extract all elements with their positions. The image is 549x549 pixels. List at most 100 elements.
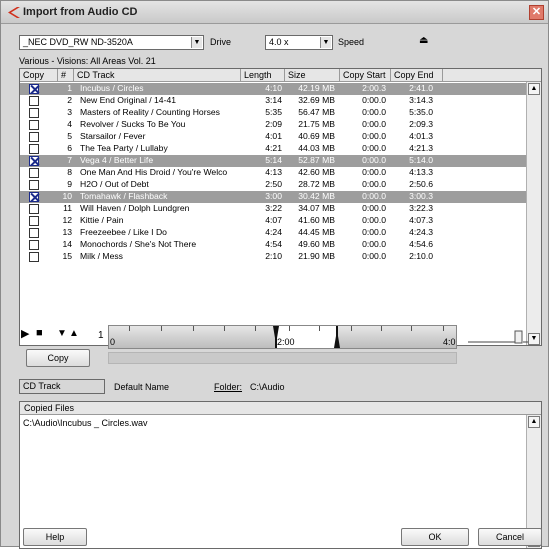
copy-checkbox[interactable] bbox=[29, 216, 39, 226]
column-cd-track[interactable]: CD Track bbox=[74, 69, 241, 82]
track-row[interactable]: 1 Incubus / Circles 4:10 42.19 MB 2:00.3 2:41… bbox=[20, 83, 526, 95]
track-size: 21.75 MB bbox=[298, 119, 335, 129]
track-row[interactable]: 4 Revolver / Sucks To Be You 2:09 21.75 MB 0… bbox=[20, 119, 526, 131]
copy-checkbox[interactable] bbox=[29, 120, 39, 130]
track-row[interactable]: 9 H2O / Out of Debt 2:50 28.72 MB 0:00.0 2:50… bbox=[20, 179, 526, 191]
copy-checkbox[interactable] bbox=[29, 132, 39, 142]
copy-checkbox[interactable] bbox=[29, 240, 39, 250]
copy-checkbox[interactable] bbox=[29, 96, 39, 106]
column-copy[interactable]: Copy bbox=[20, 69, 58, 82]
track-copy-start: 0:00.0 bbox=[362, 119, 386, 129]
scroll-up-icon[interactable]: ▲ bbox=[528, 416, 540, 428]
scroll-down-icon[interactable]: ▼ bbox=[528, 333, 540, 345]
copy-checkbox[interactable] bbox=[29, 204, 39, 214]
scroll-up-icon[interactable]: ▲ bbox=[528, 83, 540, 95]
eject-icon[interactable]: ⏏ bbox=[419, 35, 428, 46]
track-row[interactable]: 14 Monochords / She's Not There 4:54 49.60 … bbox=[20, 239, 526, 251]
column-number[interactable]: # bbox=[58, 69, 74, 82]
column-copy-start[interactable]: Copy Start bbox=[340, 69, 391, 82]
speed-select[interactable]: 4.0 x ▼ bbox=[265, 35, 333, 50]
track-row[interactable]: 7 Vega 4 / Better Life 5:14 52.87 MB 0:00.0 5… bbox=[20, 155, 526, 167]
track-length: 2:10 bbox=[265, 251, 282, 261]
ruler-start-label: 1 bbox=[98, 330, 104, 341]
track-size: 30.42 MB bbox=[298, 191, 335, 201]
track-row[interactable]: 3 Masters of Reality / Counting Horses 5:3… bbox=[20, 107, 526, 119]
copy-checkbox[interactable] bbox=[29, 192, 39, 202]
column-copy-end[interactable]: Copy End bbox=[391, 69, 443, 82]
track-title: Kittie / Pain bbox=[80, 215, 124, 225]
chevron-down-icon[interactable]: ▼ bbox=[191, 37, 202, 48]
track-row[interactable]: 8 One Man And His Droid / You're Welco 4:1… bbox=[20, 167, 526, 179]
track-length: 3:00 bbox=[265, 191, 282, 201]
track-title: H2O / Out of Debt bbox=[80, 179, 149, 189]
track-number: 10 bbox=[62, 191, 72, 201]
track-title: Tomahawk / Flashback bbox=[80, 191, 168, 201]
track-number: 8 bbox=[67, 167, 72, 177]
track-title: The Tea Party / Lullaby bbox=[80, 143, 168, 153]
ruler-start-sub: 0 bbox=[110, 337, 116, 347]
start-marker-icon[interactable] bbox=[271, 326, 281, 348]
folder-label[interactable]: Folder: bbox=[214, 382, 242, 392]
column-length[interactable]: Length bbox=[241, 69, 285, 82]
copy-checkbox[interactable] bbox=[29, 228, 39, 238]
track-row[interactable]: 2 New End Original / 14-41 3:14 32.69 MB 0:0… bbox=[20, 95, 526, 107]
copy-checkbox[interactable] bbox=[29, 108, 39, 118]
track-title: Will Haven / Dolph Lundgren bbox=[80, 203, 190, 213]
chevron-down-icon[interactable]: ▼ bbox=[320, 37, 331, 48]
track-copy-end: 3:14.3 bbox=[409, 95, 433, 105]
copy-checkbox[interactable] bbox=[29, 84, 39, 94]
copy-checkbox[interactable] bbox=[29, 252, 39, 262]
album-title: Various - Visions: All Areas Vol. 21 bbox=[19, 56, 156, 66]
track-length: 3:14 bbox=[265, 95, 282, 105]
track-length: 4:24 bbox=[265, 227, 282, 237]
track-size: 44.03 MB bbox=[298, 143, 335, 153]
speed-value: 4.0 x bbox=[269, 37, 289, 47]
zoom-slider[interactable] bbox=[467, 330, 529, 344]
track-copy-end: 4:07.3 bbox=[409, 215, 433, 225]
track-copy-end: 2:09.3 bbox=[409, 119, 433, 129]
track-copy-end: 2:10.0 bbox=[409, 251, 433, 261]
track-row[interactable]: 10 Tomahawk / Flashback 3:00 30.42 MB 0:00.0… bbox=[20, 191, 526, 203]
copy-checkbox[interactable] bbox=[29, 144, 39, 154]
next-icon[interactable]: ▲ bbox=[69, 328, 79, 339]
ok-button[interactable]: OK bbox=[401, 528, 469, 546]
copy-button[interactable]: Copy bbox=[26, 349, 90, 367]
naming-field[interactable]: CD Track bbox=[19, 379, 105, 394]
track-row[interactable]: 13 Freezeebee / Like I Do 4:24 44.45 MB 0:00… bbox=[20, 227, 526, 239]
track-row[interactable]: 12 Kittie / Pain 4:07 41.60 MB 0:00.0 4:07.3 bbox=[20, 215, 526, 227]
track-list-header: Copy # CD Track Length Size Copy Start C… bbox=[20, 69, 541, 82]
end-marker-icon[interactable] bbox=[332, 326, 342, 348]
track-length: 5:35 bbox=[265, 107, 282, 117]
track-row[interactable]: 5 Starsailor / Fever 4:01 40.69 MB 0:00.0 4:0… bbox=[20, 131, 526, 143]
folder-path: C:\Audio bbox=[250, 382, 285, 392]
column-size[interactable]: Size bbox=[285, 69, 340, 82]
track-number: 2 bbox=[67, 95, 72, 105]
track-list-scrollbar[interactable]: ▲ ▼ bbox=[526, 82, 541, 345]
help-button[interactable]: Help bbox=[23, 528, 87, 546]
track-row[interactable]: 11 Will Haven / Dolph Lundgren 3:22 34.07 M… bbox=[20, 203, 526, 215]
track-size: 40.69 MB bbox=[298, 131, 335, 141]
track-row[interactable]: 15 Milk / Mess 2:10 21.90 MB 0:00.0 2:10.0 bbox=[20, 251, 526, 263]
copy-checkbox[interactable] bbox=[29, 168, 39, 178]
track-copy-end: 5:35.0 bbox=[409, 107, 433, 117]
copy-checkbox[interactable] bbox=[29, 180, 39, 190]
drive-select[interactable]: _NEC DVD_RW ND-3520A ▼ bbox=[19, 35, 204, 50]
track-number: 13 bbox=[62, 227, 72, 237]
speed-label: Speed bbox=[338, 37, 365, 47]
play-icon[interactable]: ▶ bbox=[21, 327, 29, 340]
track-size: 41.60 MB bbox=[298, 215, 335, 225]
track-size: 21.90 MB bbox=[298, 251, 335, 261]
previous-icon[interactable]: ▼ bbox=[57, 328, 67, 339]
track-copy-end: 5:14.0 bbox=[409, 155, 433, 165]
cancel-button[interactable]: Cancel bbox=[478, 528, 542, 546]
track-row[interactable]: 6 The Tea Party / Lullaby 4:21 44.03 MB 0:00… bbox=[20, 143, 526, 155]
track-ruler[interactable]: 0 2:00 4:0 bbox=[108, 325, 457, 349]
track-length: 4:13 bbox=[265, 167, 282, 177]
close-icon[interactable]: ✕ bbox=[529, 5, 544, 20]
copy-checkbox[interactable] bbox=[29, 156, 39, 166]
copied-file-item[interactable]: C:\Audio\Incubus _ Circles.wav bbox=[23, 418, 148, 428]
track-number: 11 bbox=[63, 203, 72, 213]
stop-icon[interactable]: ■ bbox=[36, 327, 43, 339]
track-title: Vega 4 / Better Life bbox=[80, 155, 154, 165]
drive-value: _NEC DVD_RW ND-3520A bbox=[23, 37, 133, 47]
